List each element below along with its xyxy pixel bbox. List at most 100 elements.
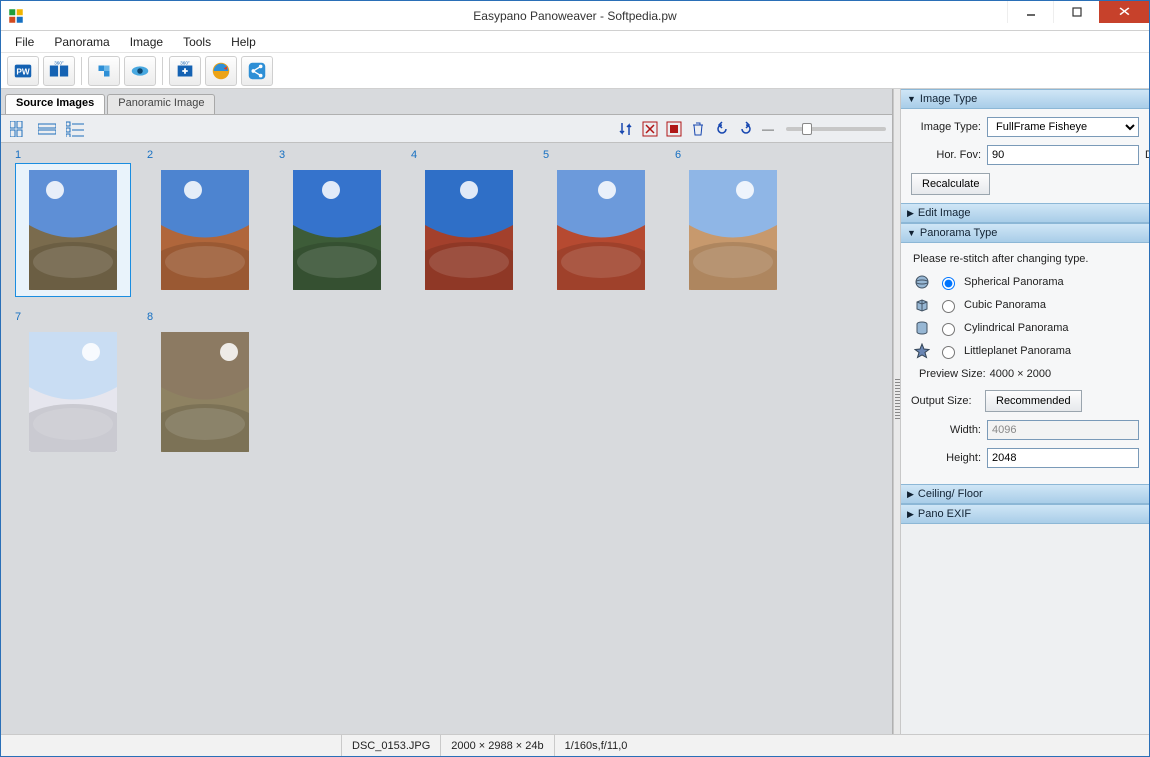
littleplanet-icon <box>913 342 931 360</box>
spherical-label: Spherical Panorama <box>964 276 1064 288</box>
status-bar: DSC_0153.JPG 2000 × 2988 × 24b 1/160s,f/… <box>1 734 1149 756</box>
thumbnail-cell[interactable]: 8 <box>147 311 263 459</box>
thumbnail-image <box>557 170 645 290</box>
littleplanet-radio[interactable] <box>942 346 955 359</box>
svg-text:360°: 360° <box>180 60 190 65</box>
output-height-input[interactable] <box>987 448 1139 468</box>
thumbnail-cell[interactable]: 6 <box>675 149 791 297</box>
cubic-label: Cubic Panorama <box>964 299 1046 311</box>
panorama-type-option[interactable]: Littleplanet Panorama <box>913 342 1139 360</box>
recommended-button[interactable]: Recommended <box>985 390 1082 412</box>
thumbnail-frame[interactable] <box>15 163 131 297</box>
cylindrical-radio[interactable] <box>942 323 955 336</box>
maximize-button[interactable] <box>1053 1 1099 23</box>
image-gallery: 1 2 3 4 5 6 78 <box>1 143 892 734</box>
thumbnail-cell[interactable]: 7 <box>15 311 131 459</box>
section-header-edit-image[interactable]: ▶Edit Image <box>901 203 1149 223</box>
section-header-ceiling-floor[interactable]: ▶Ceiling/ Floor <box>901 484 1149 504</box>
thumbnail-size-slider[interactable] <box>786 127 886 131</box>
thumbnail-number: 4 <box>411 149 527 161</box>
width-label: Width: <box>911 424 981 436</box>
main-area: Source Images Panoramic Image — 1 2 3 4 5 6 78 <box>1 89 1149 734</box>
thumbnail-number: 2 <box>147 149 263 161</box>
toolbar-separator <box>81 57 82 85</box>
menu-help[interactable]: Help <box>223 33 264 51</box>
output-size-label: Output Size: <box>911 395 979 407</box>
cylinder-icon <box>913 319 931 337</box>
panorama-type-option[interactable]: Cylindrical Panorama <box>913 319 1139 337</box>
view-row-button[interactable] <box>35 118 59 140</box>
close-button[interactable]: ✕ <box>1099 1 1149 23</box>
restitch-note: Please re-stitch after changing type. <box>913 253 1139 265</box>
stitch-button[interactable] <box>88 56 120 86</box>
thumbnail-cell[interactable]: 1 <box>15 149 131 297</box>
thumbnail-frame[interactable] <box>15 325 131 459</box>
hor-fov-input[interactable] <box>987 145 1139 165</box>
panorama-type-option[interactable]: Spherical Panorama <box>913 273 1139 291</box>
preview-button[interactable] <box>124 56 156 86</box>
upload-button[interactable] <box>205 56 237 86</box>
view-list-button[interactable] <box>63 118 87 140</box>
label-deg: Deg <box>1145 149 1149 161</box>
chevron-down-icon: ▼ <box>907 94 916 104</box>
thumbnail-frame[interactable] <box>543 163 659 297</box>
toolbar-separator <box>162 57 163 85</box>
batch-button[interactable]: 360° <box>43 56 75 86</box>
menu-tools[interactable]: Tools <box>175 33 219 51</box>
slider-minus-icon: — <box>762 122 774 136</box>
thumbnail-image <box>161 332 249 452</box>
left-pane: Source Images Panoramic Image — 1 2 3 4 5 6 78 <box>1 89 893 734</box>
menu-panorama[interactable]: Panorama <box>46 33 117 51</box>
rotate-cw-button[interactable] <box>736 119 756 139</box>
thumbnail-frame[interactable] <box>147 163 263 297</box>
thumbnail-number: 6 <box>675 149 791 161</box>
recalculate-button[interactable]: Recalculate <box>911 173 990 195</box>
app-window: Easypano Panoweaver - Softpedia.pw ✕ Fil… <box>0 0 1150 757</box>
thumbnail-number: 1 <box>15 149 131 161</box>
thumbnail-frame[interactable] <box>675 163 791 297</box>
thumbnail-image <box>29 332 117 452</box>
minimize-button[interactable] <box>1007 1 1053 23</box>
section-header-image-type[interactable]: ▼Image Type <box>901 89 1149 109</box>
thumbnail-cell[interactable]: 3 <box>279 149 395 297</box>
spherical-radio[interactable] <box>942 277 955 290</box>
menu-image[interactable]: Image <box>122 33 171 51</box>
tab-source-images[interactable]: Source Images <box>5 94 105 114</box>
cube-icon <box>913 296 931 314</box>
thumbnail-frame[interactable] <box>147 325 263 459</box>
height-label: Height: <box>911 452 981 464</box>
cylindrical-label: Cylindrical Panorama <box>964 322 1069 334</box>
delete-button[interactable] <box>688 119 708 139</box>
thumbnail-frame[interactable] <box>411 163 527 297</box>
menu-bar: File Panorama Image Tools Help <box>1 31 1149 53</box>
view-grid-button[interactable] <box>7 118 31 140</box>
panorama-type-option[interactable]: Cubic Panorama <box>913 296 1139 314</box>
sphere-icon <box>913 273 931 291</box>
thumbnail-image <box>293 170 381 290</box>
sort-button[interactable] <box>616 119 636 139</box>
mask-button[interactable] <box>664 119 684 139</box>
window-controls: ✕ <box>1007 1 1149 23</box>
tab-panoramic-image[interactable]: Panoramic Image <box>107 94 215 114</box>
image-type-select[interactable]: FullFrame Fisheye <box>987 117 1139 137</box>
section-header-pano-exif[interactable]: ▶Pano EXIF <box>901 504 1149 524</box>
publish-button[interactable]: 360° <box>169 56 201 86</box>
thumbnail-cell[interactable]: 2 <box>147 149 263 297</box>
chevron-right-icon: ▶ <box>907 208 914 219</box>
remove-image-button[interactable] <box>640 119 660 139</box>
rotate-ccw-button[interactable] <box>712 119 732 139</box>
share-button[interactable] <box>241 56 273 86</box>
open-project-button[interactable]: PW <box>7 56 39 86</box>
label-image-type: Image Type: <box>911 121 981 133</box>
preview-size-label: Preview Size: <box>919 368 986 380</box>
section-body-panorama-type: Please re-stitch after changing type. Sp… <box>901 243 1149 484</box>
right-panel: ▼Image Type Image Type: FullFrame Fishey… <box>901 89 1149 734</box>
output-width-input[interactable] <box>987 420 1139 440</box>
thumbnail-frame[interactable] <box>279 163 395 297</box>
section-header-panorama-type[interactable]: ▼Panorama Type <box>901 223 1149 243</box>
cubic-radio[interactable] <box>942 300 955 313</box>
menu-file[interactable]: File <box>7 33 42 51</box>
thumbnail-cell[interactable]: 4 <box>411 149 527 297</box>
thumbnail-cell[interactable]: 5 <box>543 149 659 297</box>
vertical-splitter[interactable] <box>893 89 901 734</box>
